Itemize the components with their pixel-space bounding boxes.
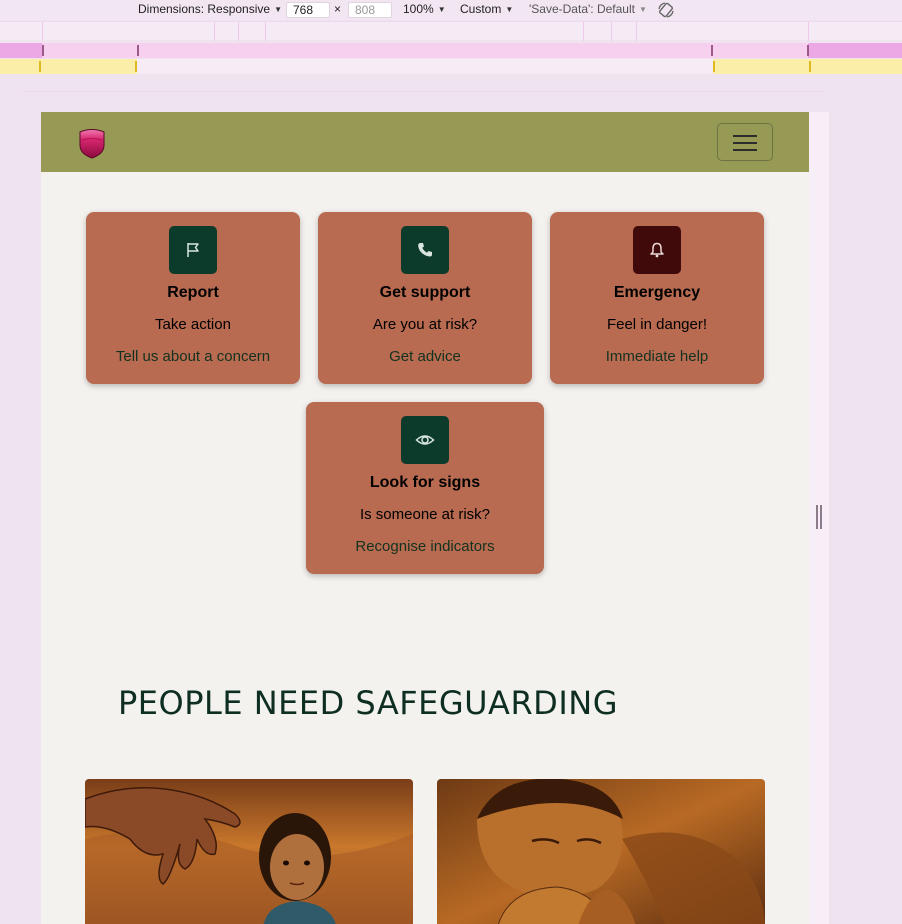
zoom-label: 100% (403, 2, 434, 16)
caret-down-icon: ▼ (274, 4, 282, 14)
device-size-ruler[interactable] (0, 21, 902, 41)
caret-down-icon: ▼ (638, 4, 647, 14)
card-link[interactable]: Get advice (318, 348, 532, 365)
menu-toggle-button[interactable] (717, 123, 773, 161)
caret-down-icon: ▼ (505, 4, 514, 14)
phone-icon (401, 226, 449, 274)
width-input[interactable]: 768 (286, 2, 330, 18)
divider (22, 91, 822, 92)
dimensions-label: Dimensions: Responsive (138, 2, 271, 16)
card-title: Get support (379, 284, 471, 301)
dimensions-dropdown[interactable]: Dimensions: Responsive ▼ (138, 2, 282, 16)
media-query-bar-max[interactable] (0, 43, 902, 58)
height-input[interactable]: 808 (348, 2, 392, 18)
section-heading: PEOPLE NEED SAFEGUARDING (118, 684, 618, 722)
card-emergency[interactable]: Emergency Feel in danger! Immediate help (550, 212, 764, 384)
card-link[interactable]: Immediate help (550, 348, 764, 365)
devtools-device-toolbar: Dimensions: Responsive ▼ 768 × 808 100% … (0, 0, 902, 20)
times-symbol: × (334, 2, 342, 16)
card-title: Emergency (613, 284, 701, 301)
site-navbar (41, 112, 809, 172)
photo-distressed-man (437, 779, 765, 924)
bell-icon (633, 226, 681, 274)
flag-icon (169, 226, 217, 274)
card-subtitle: Take action (155, 316, 231, 333)
save-data-dropdown[interactable]: 'Save-Data': Default ▼ (529, 2, 647, 16)
card-subtitle: Is someone at risk? (359, 506, 491, 523)
card-get-support[interactable]: Get support Are you at risk? Get advice (318, 212, 532, 384)
zoom-dropdown[interactable]: 100% ▼ (403, 2, 446, 16)
hamburger-icon (733, 135, 757, 137)
shield-logo-icon[interactable] (77, 127, 107, 159)
card-link[interactable]: Tell us about a concern (86, 348, 300, 365)
device-viewport: Report Take action Tell us about a conce… (41, 112, 809, 924)
throttle-label: Custom (460, 2, 502, 16)
card-report[interactable]: Report Take action Tell us about a conce… (86, 212, 300, 384)
photo-child-hand (85, 779, 413, 924)
card-look-for-signs[interactable]: Look for signs Is someone at risk? Recog… (306, 402, 544, 574)
throttle-dropdown[interactable]: Custom ▼ (460, 2, 513, 16)
media-query-bar-min-max[interactable] (0, 59, 902, 74)
card-subtitle: Are you at risk? (372, 316, 478, 333)
card-title: Report (167, 284, 219, 301)
rotate-icon[interactable] (656, 1, 676, 19)
card-link[interactable]: Recognise indicators (306, 538, 544, 555)
resize-handle[interactable] (816, 505, 822, 529)
card-subtitle: Feel in danger! (606, 316, 708, 333)
eye-icon (401, 416, 449, 464)
card-title: Look for signs (369, 474, 481, 491)
caret-down-icon: ▼ (437, 4, 446, 14)
save-data-label: 'Save-Data': Default (529, 2, 635, 16)
